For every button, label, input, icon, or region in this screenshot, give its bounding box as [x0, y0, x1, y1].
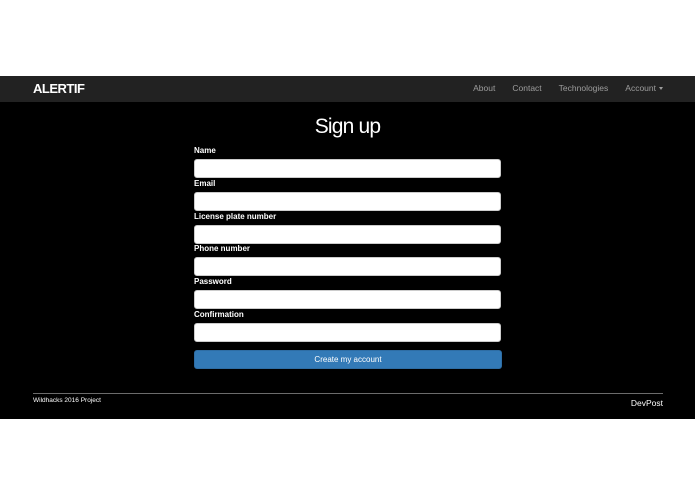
phone-number-label: Phone number — [194, 244, 251, 253]
confirmation-label: Confirmation — [194, 310, 244, 319]
nav-link-about[interactable]: About — [473, 83, 495, 93]
page-title: Sign up — [314, 115, 381, 138]
devpost-link[interactable]: DevPost — [631, 398, 663, 408]
nav-link-contact[interactable]: Contact — [512, 83, 541, 93]
main-content: Sign up Name Email License plate number … — [0, 102, 695, 419]
password-input[interactable] — [194, 290, 501, 309]
navbar: ALERTIF About Contact Technologies Accou… — [0, 76, 695, 103]
create-account-button[interactable]: Create my account — [194, 350, 502, 369]
footer-project-text: Wildhacks 2016 Project — [33, 397, 101, 404]
confirmation-input[interactable] — [194, 323, 501, 342]
nav-dropdown-account[interactable]: Account — [625, 83, 663, 93]
email-label: Email — [194, 179, 216, 188]
license-plate-label: License plate number — [194, 212, 277, 221]
brand-logo[interactable]: ALERTIF — [33, 81, 85, 96]
name-label: Name — [194, 146, 216, 155]
name-input[interactable] — [194, 159, 501, 178]
account-label: Account — [625, 83, 656, 93]
nav-links: About Contact Technologies Account — [473, 83, 663, 93]
footer-divider — [33, 393, 663, 394]
password-label: Password — [194, 277, 232, 286]
caret-down-icon — [659, 87, 663, 91]
nav-link-technologies[interactable]: Technologies — [559, 83, 609, 93]
email-input[interactable] — [194, 192, 501, 211]
phone-number-input[interactable] — [194, 257, 501, 276]
license-plate-input[interactable] — [194, 225, 501, 244]
